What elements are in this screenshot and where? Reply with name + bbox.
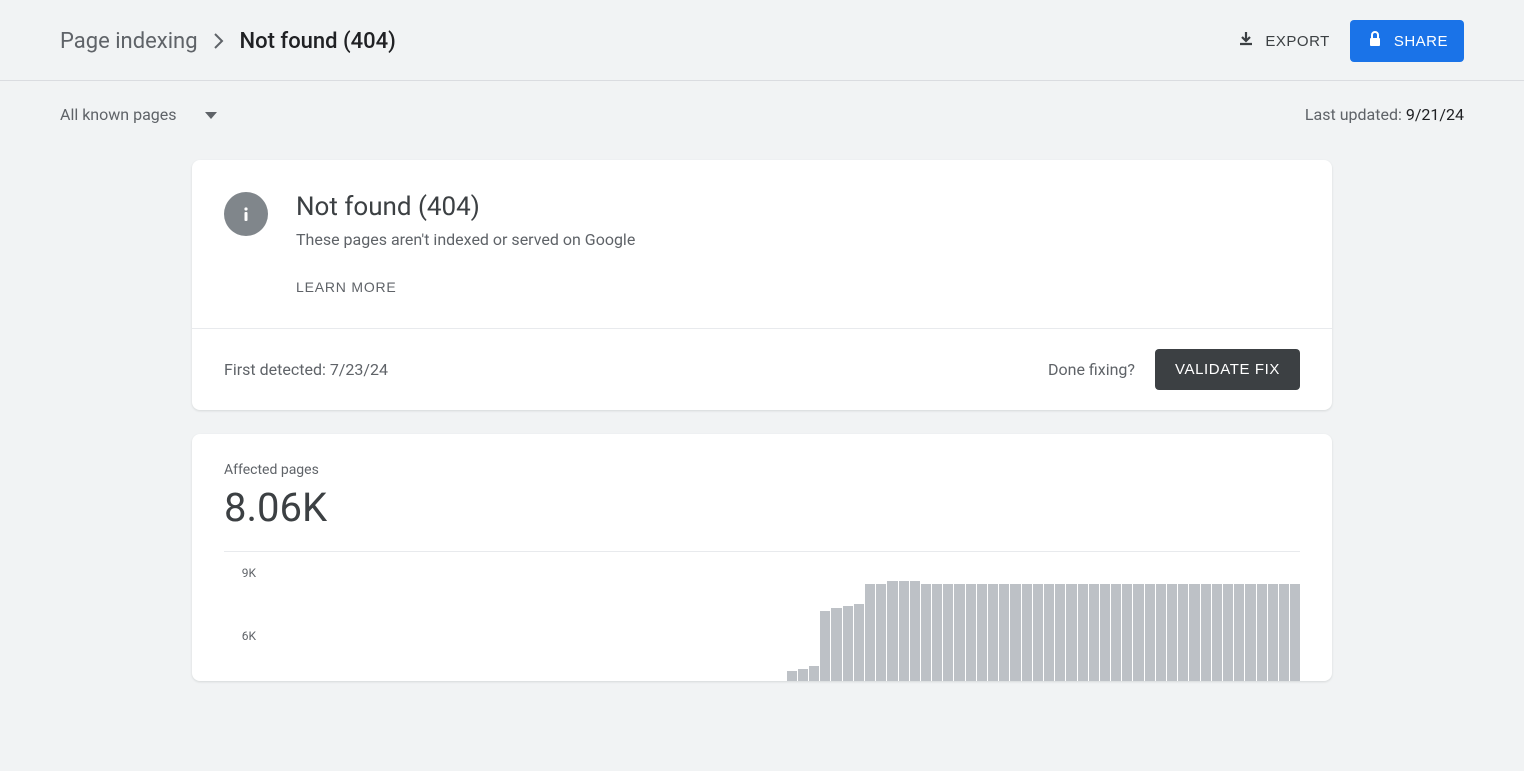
chart-bar [1279, 584, 1289, 681]
chart-bar [1201, 584, 1211, 681]
share-label: SHARE [1394, 33, 1448, 50]
chart-bar [787, 671, 797, 681]
last-updated: Last updated: 9/21/24 [1305, 105, 1464, 124]
chart-bar [854, 604, 864, 681]
chart-bar [1111, 584, 1121, 681]
filter-row: All known pages Last updated: 9/21/24 [0, 81, 1524, 136]
chart-bar [1212, 584, 1222, 681]
export-label: EXPORT [1265, 33, 1329, 50]
chart-value: 8.06K [224, 484, 1300, 531]
done-fixing-label: Done fixing? [1048, 360, 1135, 379]
breadcrumb-parent[interactable]: Page indexing [60, 29, 198, 54]
first-detected-date: 7/23/24 [330, 360, 388, 379]
chart-bar [1022, 584, 1032, 681]
chart-bar [1257, 584, 1267, 681]
export-button[interactable]: EXPORT [1237, 30, 1329, 52]
chart-bar [1044, 584, 1054, 681]
y-tick-6k: 6K [242, 629, 256, 643]
breadcrumb-current: Not found (404) [240, 29, 396, 54]
chart-bar [1122, 584, 1132, 681]
chevron-down-icon [205, 105, 217, 124]
chart-bar [876, 584, 886, 681]
chart-bar [1178, 584, 1188, 681]
info-card: Not found (404) These pages aren't index… [192, 160, 1332, 410]
chart-bar [798, 669, 808, 681]
chart-bar [1133, 584, 1143, 681]
chart-bar [1223, 584, 1233, 681]
first-detected-label: First detected: [224, 360, 330, 379]
learn-more-button[interactable]: LEARN MORE [296, 279, 397, 295]
download-icon [1237, 30, 1255, 52]
validate-fix-button[interactable]: VALIDATE FIX [1155, 349, 1300, 390]
chart-bar [1033, 584, 1043, 681]
last-updated-date: 9/21/24 [1406, 105, 1464, 124]
info-subtitle: These pages aren't indexed or served on … [296, 230, 635, 249]
y-axis: 9K 6K [224, 566, 264, 682]
chart-bar [1245, 584, 1255, 681]
chart-bar [1100, 584, 1110, 681]
chart-bar [999, 584, 1009, 681]
first-detected: First detected: 7/23/24 [224, 360, 388, 379]
info-icon [224, 192, 268, 236]
chart-bar [1145, 584, 1155, 681]
chart-label: Affected pages [224, 462, 1300, 478]
chart-area: 9K 6K [224, 551, 1300, 681]
chart-bar [966, 584, 976, 681]
filter-dropdown-label: All known pages [60, 105, 177, 124]
fix-section: Done fixing? VALIDATE FIX [1048, 349, 1300, 390]
chart-bar [1078, 584, 1088, 681]
chart-bar [1167, 584, 1177, 681]
chart-card: Affected pages 8.06K 9K 6K [192, 434, 1332, 681]
chart-bar [1290, 584, 1300, 681]
chart-bar [843, 606, 853, 681]
chart-bars [272, 566, 1300, 681]
chart-bar [899, 581, 909, 681]
page-header: Page indexing Not found (404) EXPORT SHA… [0, 0, 1524, 81]
chevron-right-icon [214, 33, 224, 49]
chart-bar [1089, 584, 1099, 681]
chart-bar [865, 584, 875, 681]
chart-bar [988, 584, 998, 681]
chart-bar [1189, 584, 1199, 681]
last-updated-label: Last updated: [1305, 105, 1406, 124]
chart-bar [831, 608, 841, 681]
chart-bar [887, 581, 897, 681]
info-content: Not found (404) These pages aren't index… [296, 192, 635, 296]
chart-bar [1066, 584, 1076, 681]
breadcrumb: Page indexing Not found (404) [60, 29, 396, 54]
header-actions: EXPORT SHARE [1237, 20, 1464, 62]
chart-bar [943, 584, 953, 681]
chart-bar [820, 611, 830, 681]
chart-bar [1234, 584, 1244, 681]
chart-bar [910, 581, 920, 681]
info-card-top: Not found (404) These pages aren't index… [192, 160, 1332, 329]
share-button[interactable]: SHARE [1350, 20, 1464, 62]
chart-bar [1268, 584, 1278, 681]
chart-bar [932, 584, 942, 681]
chart-bar [1156, 584, 1166, 681]
info-card-bottom: First detected: 7/23/24 Done fixing? VAL… [192, 329, 1332, 410]
pages-filter-dropdown[interactable]: All known pages [60, 105, 217, 124]
chart-bar [977, 584, 987, 681]
y-tick-9k: 9K [242, 566, 256, 580]
info-title: Not found (404) [296, 192, 635, 222]
chart-bar [921, 584, 931, 681]
chart-bar [954, 584, 964, 681]
lock-icon [1366, 30, 1384, 52]
chart-bar [1055, 584, 1065, 681]
chart-bar [809, 666, 819, 681]
chart-bar [1010, 584, 1020, 681]
